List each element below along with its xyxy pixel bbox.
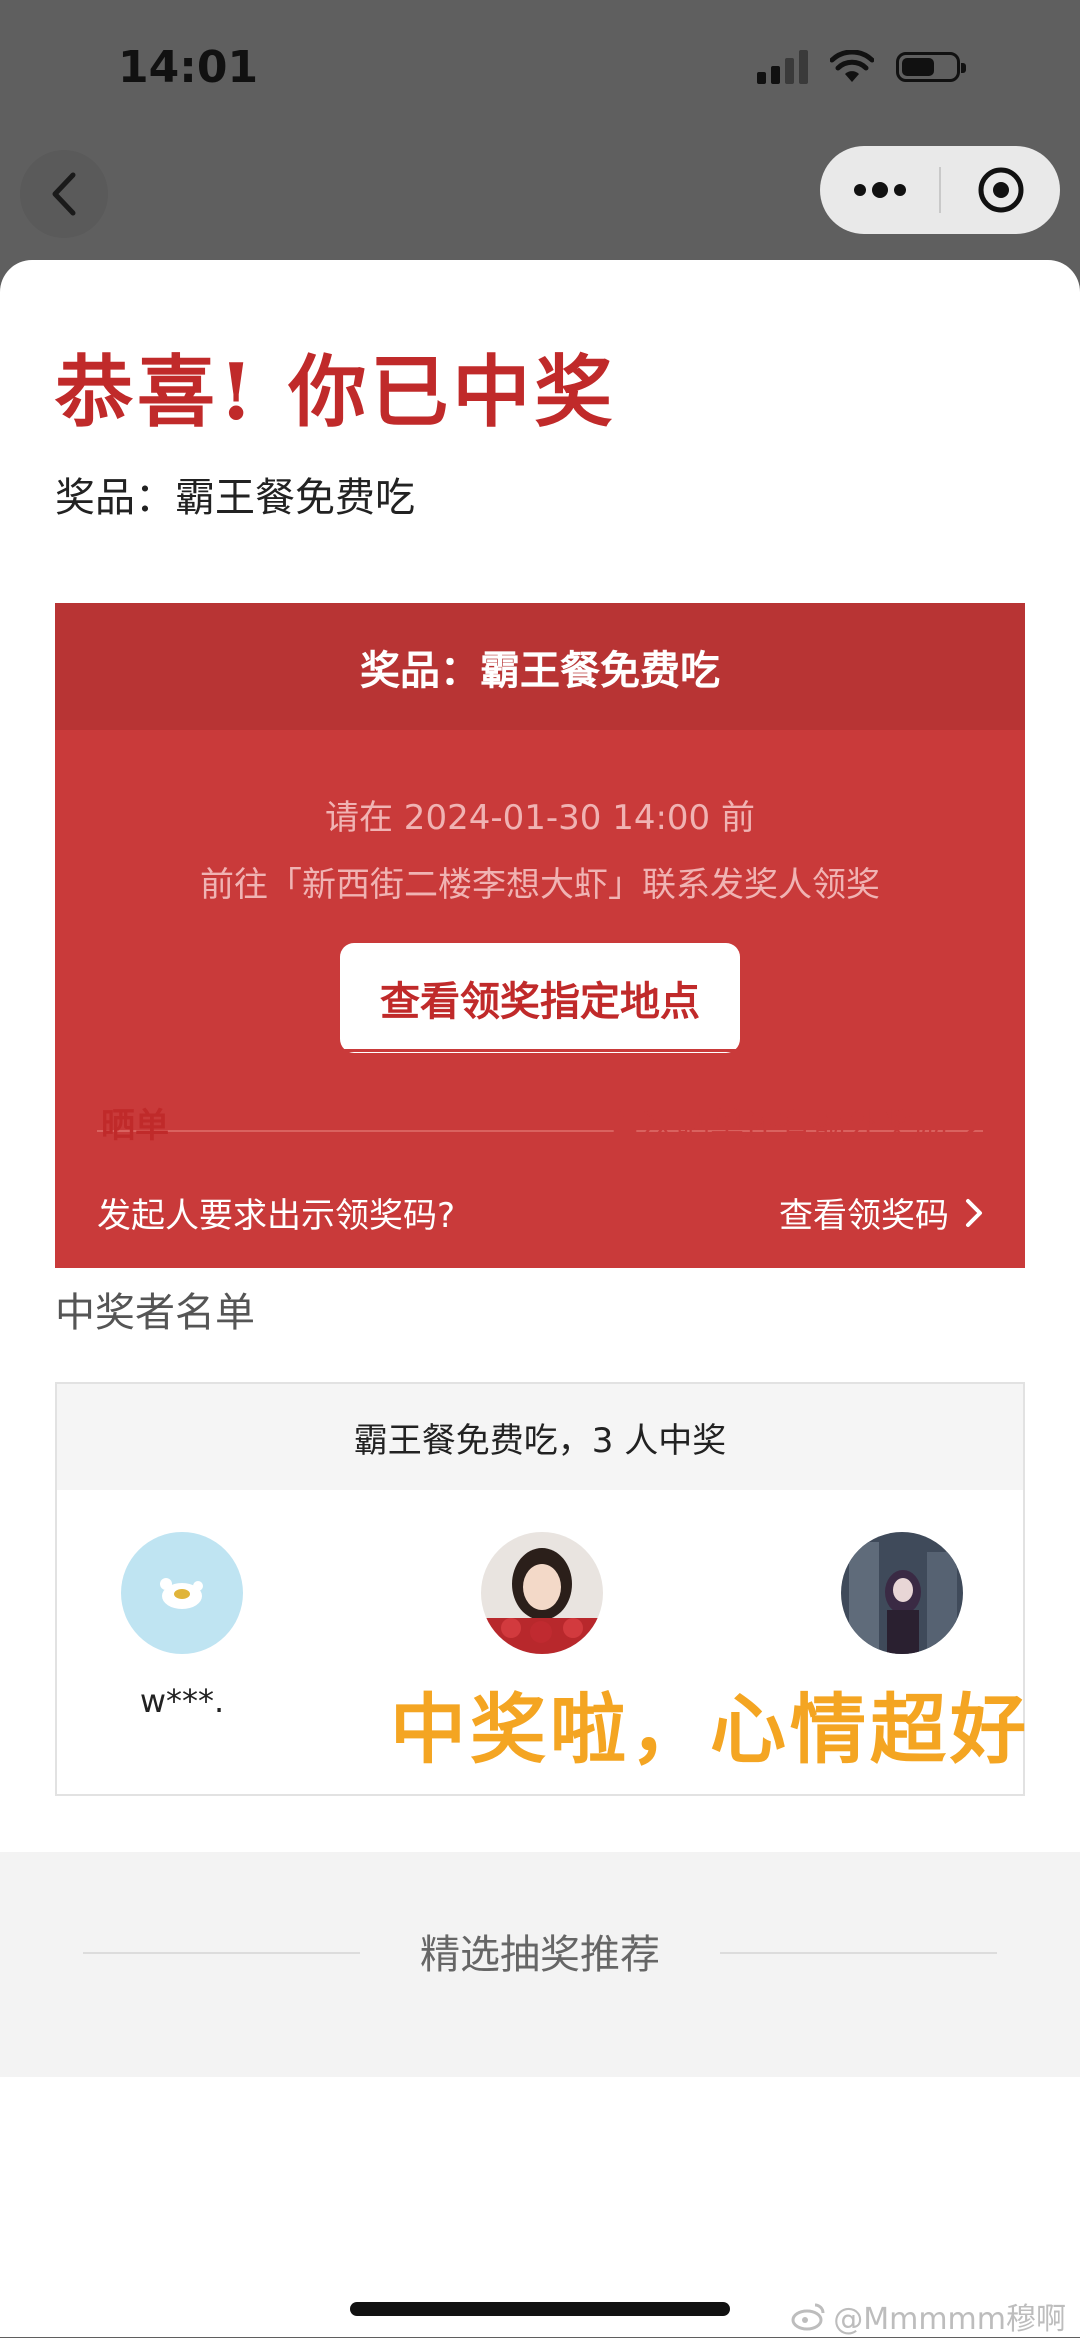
chevron-right-icon <box>965 1108 981 1137</box>
cartoon-avatar-icon <box>160 1578 203 1609</box>
share-bonus-text: 首次晒单还有额外奖励 <box>608 1106 948 1146</box>
battery-icon <box>896 52 966 82</box>
home-indicator[interactable] <box>350 2302 730 2316</box>
winner-item[interactable]: w***. <box>62 1532 302 1720</box>
deadline-text: 请在 2024-01-30 14:00 前 <box>325 798 755 838</box>
weibo-logo-icon <box>791 2303 825 2331</box>
prize-card-header: 奖品：霸王餐免费吃 <box>55 603 1025 730</box>
back-button[interactable] <box>20 150 108 238</box>
overlay-caption: 中奖啦，心情超好 <box>390 1685 1030 1774</box>
mini-program-capsule <box>820 146 1060 234</box>
chevron-left-icon <box>52 172 76 216</box>
wifi-icon <box>830 50 874 82</box>
share-label: 晒单 <box>101 1106 169 1146</box>
winner-name: w***. <box>139 1682 225 1720</box>
portrait-avatar-icon <box>481 1532 603 1654</box>
view-location-button[interactable]: 查看领奖指定地点 <box>340 943 740 1053</box>
prize-line: 奖品：霸王餐免费吃 <box>55 475 415 521</box>
status-time: 14:01 <box>118 42 259 93</box>
anime-avatar-icon <box>841 1532 963 1654</box>
avatar <box>841 1532 963 1654</box>
share-bonus: 首次晒单还有额外奖励 <box>608 1098 982 1147</box>
recommendations-section: 精选抽奖推荐 <box>0 1852 1080 2077</box>
location-text: 前往「新西街二楼李想大虾」联系发奖人领奖 <box>200 865 880 905</box>
avatar <box>121 1532 243 1654</box>
recommendations-title: 精选抽奖推荐 <box>420 1932 660 1978</box>
share-row[interactable]: 晒单 首次晒单还有额外奖励 <box>55 1049 1025 1196</box>
winner-item[interactable] <box>422 1532 662 1682</box>
winner-item[interactable] <box>782 1532 1022 1682</box>
avatar <box>481 1532 603 1654</box>
winners-section-title: 中奖者名单 <box>55 1290 255 1336</box>
target-close-icon <box>978 167 1023 213</box>
watermark: @Mmmmm穆啊 <box>791 2294 1066 2338</box>
chevron-right-icon <box>966 1198 982 1227</box>
status-icons <box>757 50 966 84</box>
signal-icon <box>757 50 808 84</box>
close-mini-program-button[interactable] <box>941 146 1060 234</box>
congrats-title: 恭喜! 你已中奖 <box>55 347 617 438</box>
watermark-text: @Mmmmm穆啊 <box>833 2302 1066 2337</box>
winners-summary: 霸王餐免费吃，3 人中奖 <box>57 1384 1023 1490</box>
more-dots-icon <box>853 182 906 198</box>
more-button[interactable] <box>820 146 939 234</box>
divider-right <box>720 1952 997 1954</box>
